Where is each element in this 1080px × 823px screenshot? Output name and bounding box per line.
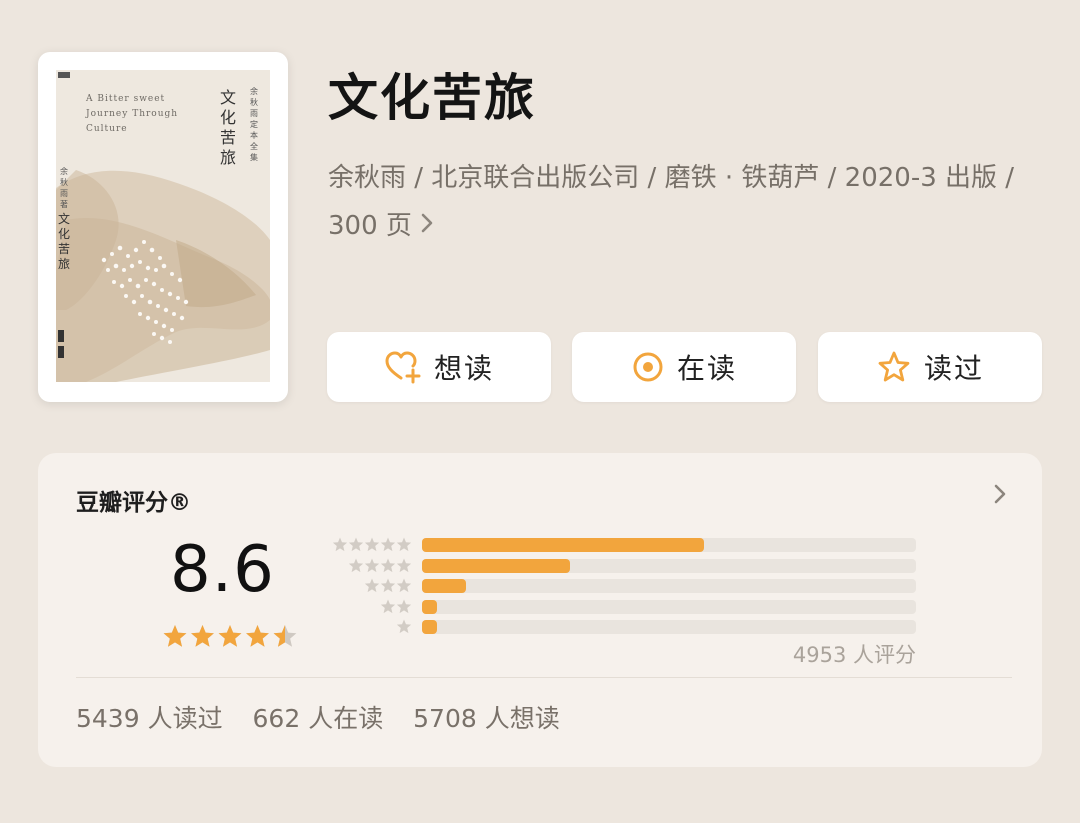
have-read-button[interactable]: 读过 (818, 332, 1042, 402)
reading-button[interactable]: 在读 (572, 332, 796, 402)
cover-series-text: 余秋雨定本全集 (250, 87, 258, 162)
mini-star (396, 619, 412, 634)
mini-star (396, 599, 412, 613)
cover-author-text: 余秋雨著 (60, 167, 68, 209)
cover-english-title: A Bitter sweet Journey Through Culture (86, 94, 179, 134)
mini-star (380, 599, 396, 613)
divider (76, 677, 1012, 678)
chevron-right-icon (420, 202, 434, 250)
chevron-right-icon[interactable] (992, 481, 1008, 511)
distribution-bar-2-star (422, 599, 437, 614)
mini-star (396, 578, 412, 593)
rating-count: 4953 人评分 (792, 643, 916, 667)
mini-star (348, 558, 364, 572)
distribution-stars-4 (348, 558, 412, 572)
distribution-stars-2 (380, 599, 412, 613)
distribution-track (422, 620, 916, 634)
distribution-track (422, 599, 916, 614)
distribution-row-1-star (322, 619, 922, 635)
distribution-track (422, 538, 916, 552)
rating-star-fill (218, 625, 242, 647)
rating-card[interactable]: 豆瓣评分® 8.6 4953 人评分 5439 人读过 662 人在读 5708… (38, 453, 1042, 767)
rating-star-fill (246, 625, 269, 647)
mini-star (332, 537, 348, 552)
book-meta-link[interactable]: 余秋雨 / 北京联合出版公司 / 磨铁 · 铁葫芦 / 2020-3 出版 / … (328, 154, 1058, 250)
mini-star (364, 558, 380, 572)
book-cover-image: A Bitter sweet Journey Through Culture 文… (56, 70, 270, 382)
heart-plus-icon (384, 350, 422, 384)
distribution-stars-3 (364, 578, 412, 593)
mini-star (396, 558, 412, 572)
book-title: 文化苦旅 (328, 69, 536, 127)
mini-star (364, 537, 380, 552)
distribution-row-2-star (322, 599, 922, 615)
rating-star-fill (163, 625, 187, 647)
distribution-track (422, 579, 916, 593)
reader-stats: 5439 人读过 662 人在读 5708 人想读 (76, 699, 582, 735)
want-to-read-button[interactable]: 想读 (327, 332, 551, 402)
cover-vertical-title-small: 文化苦旅 (58, 212, 71, 271)
mini-star (380, 578, 396, 593)
distribution-stars-1 (396, 619, 412, 634)
mini-star (380, 537, 396, 552)
rating-star-fill (191, 625, 214, 647)
cover-vertical-title: 文化苦旅 (220, 88, 237, 167)
distribution-bar-5-star (422, 538, 704, 552)
distribution-bar-3-star (422, 579, 466, 593)
distribution-stars-5 (332, 537, 412, 552)
want-to-read-label: 想读 (433, 352, 494, 385)
book-cover-card[interactable]: A Bitter sweet Journey Through Culture 文… (38, 52, 288, 402)
distribution-row-4-star (322, 558, 922, 574)
distribution-bar-1-star (422, 620, 437, 634)
mini-star (364, 578, 380, 593)
distribution-track (422, 558, 916, 573)
mini-star (348, 537, 364, 552)
mini-star (396, 537, 412, 552)
mini-star (380, 558, 396, 572)
read-count: 5439 人读过 (76, 704, 223, 733)
want-count: 5708 人想读 (413, 704, 560, 733)
rating-score: 8.6 (170, 533, 275, 607)
rating-stars (162, 623, 298, 655)
distribution-row-5-star (322, 537, 922, 553)
reading-label: 在读 (676, 352, 737, 385)
distribution-row-3-star (322, 578, 922, 594)
star-outline-icon (876, 350, 912, 384)
distribution-bar-4-star (422, 558, 570, 573)
reading-count: 662 人在读 (252, 704, 384, 733)
target-circle-icon (631, 350, 665, 384)
have-read-label: 读过 (923, 352, 984, 385)
rating-label: 豆瓣评分® (76, 490, 191, 516)
